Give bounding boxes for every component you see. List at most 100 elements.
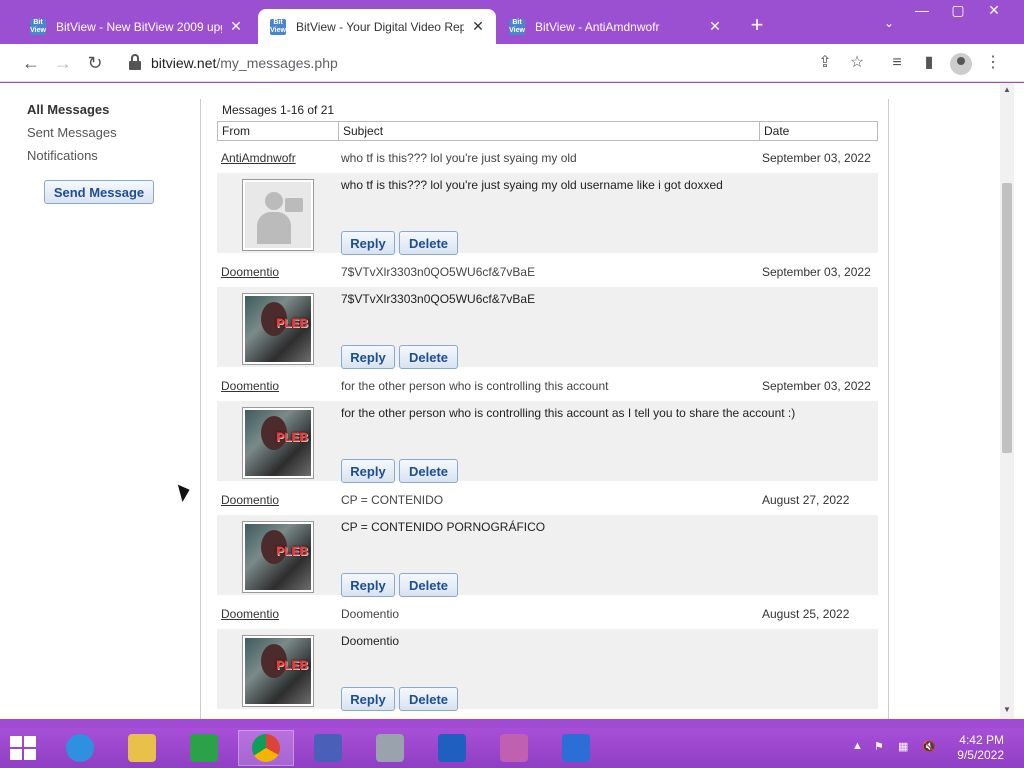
lock-icon[interactable]: [128, 54, 142, 70]
message-date: September 03, 2022: [762, 265, 871, 279]
default-user-video-icon: [245, 182, 311, 248]
message-body-text: 7$VTvXlr3303n0QO5WU6cf&7vBaE: [341, 292, 536, 306]
message-body: who tf is this??? lol you're just syaing…: [217, 173, 878, 255]
message-subject[interactable]: who tf is this??? lol you're just syaing…: [341, 151, 577, 165]
minimize-icon[interactable]: —: [904, 2, 940, 18]
scroll-up-arrow-icon[interactable]: ▲: [1000, 85, 1014, 94]
system-clock[interactable]: 4:42 PM 9/5/2022: [944, 733, 1004, 763]
back-arrow-icon[interactable]: ←: [18, 50, 44, 76]
message-subject[interactable]: Doomentio: [341, 607, 399, 621]
scrollbar-thumb[interactable]: [1002, 183, 1012, 453]
tab-new-bitview-2009[interactable]: Bit View BitView - New BitView 2009 upg ✕: [18, 9, 254, 44]
reply-button[interactable]: Reply: [341, 345, 395, 369]
message-date: August 27, 2022: [762, 493, 850, 507]
action-center-flag-icon[interactable]: ⚑: [874, 740, 884, 753]
message-row: Doomentio for the other person who is co…: [217, 369, 878, 483]
database-icon[interactable]: [486, 730, 542, 766]
message-subject[interactable]: for the other person who is controlling …: [341, 379, 608, 393]
bitview-favicon-icon: Bit View: [509, 18, 525, 35]
share-icon[interactable]: ⇪: [814, 52, 836, 74]
windows-start-icon[interactable]: [10, 736, 38, 760]
column-subject: Subject: [339, 122, 760, 140]
message-header: AntiAmdnwofr who tf is this??? lol you'r…: [217, 141, 878, 173]
close-icon[interactable]: ✕: [470, 18, 486, 35]
message-header: Doomentio for the other person who is co…: [217, 369, 878, 401]
tab-antiamdnwofr[interactable]: Bit View BitView - AntiAmdnwofr ✕: [497, 9, 733, 44]
pleb-avatar-image: PLEB: [245, 638, 311, 704]
sender-avatar[interactable]: PLEB: [242, 407, 314, 479]
file-explorer-icon[interactable]: [114, 730, 170, 766]
installer-icon[interactable]: [362, 730, 418, 766]
message-row: Doomentio Doomentio August 25, 2022 PLEB…: [217, 597, 878, 711]
document-editor-icon[interactable]: [548, 730, 604, 766]
scroll-down-arrow-icon[interactable]: ▼: [1000, 705, 1014, 714]
sidebar-item-sent-messages[interactable]: Sent Messages: [27, 125, 187, 140]
reply-button[interactable]: Reply: [341, 459, 395, 483]
reply-button[interactable]: Reply: [341, 687, 395, 711]
column-date: Date: [764, 124, 790, 138]
column-from: From: [218, 122, 339, 140]
message-row: Doomentio 7$VTvXlr3303n0QO5WU6cf&7vBaE S…: [217, 255, 878, 369]
clock-time: 4:42 PM: [959, 733, 1004, 747]
sender-avatar[interactable]: PLEB: [242, 635, 314, 707]
reply-button[interactable]: Reply: [341, 573, 395, 597]
sender-avatar[interactable]: [242, 179, 314, 251]
message-sender-link[interactable]: Doomentio: [221, 265, 279, 279]
delete-button[interactable]: Delete: [399, 231, 458, 255]
delete-button[interactable]: Delete: [399, 345, 458, 369]
close-icon[interactable]: ✕: [228, 18, 244, 35]
close-icon[interactable]: ✕: [707, 18, 723, 35]
address-bar[interactable]: bitview.net/my_messages.php: [118, 48, 878, 78]
maximize-icon[interactable]: ▢: [940, 2, 976, 19]
side-panel-icon[interactable]: ▮: [918, 52, 940, 74]
tray-expand-icon[interactable]: ▲: [852, 740, 863, 752]
media-control-icon[interactable]: ≡: [886, 52, 908, 74]
message-subject[interactable]: CP = CONTENIDO: [341, 493, 443, 507]
message-header: Doomentio 7$VTvXlr3303n0QO5WU6cf&7vBaE S…: [217, 255, 878, 287]
message-body-text: Doomentio: [341, 634, 400, 648]
network-icon[interactable]: ▦: [898, 740, 908, 753]
window-close-icon[interactable]: ✕: [976, 2, 1012, 19]
sender-avatar[interactable]: PLEB: [242, 293, 314, 365]
reply-button[interactable]: Reply: [341, 231, 395, 255]
messages-sidebar: All Messages Sent Messages Notifications…: [27, 102, 187, 204]
avatar-badge-text: PLEB: [275, 658, 308, 672]
volume-muted-icon[interactable]: 🔇: [922, 740, 936, 753]
message-sender-link[interactable]: AntiAmdnwofr: [221, 151, 296, 165]
url-text[interactable]: bitview.net/my_messages.php: [151, 55, 338, 71]
new-tab-button[interactable]: +: [746, 14, 768, 36]
tab-search-chevron-down-icon[interactable]: ⌄: [884, 16, 894, 30]
sidebar-item-notifications[interactable]: Notifications: [27, 148, 187, 163]
bitview-favicon-icon: Bit View: [30, 18, 46, 35]
app-swoosh-icon[interactable]: [424, 730, 480, 766]
menu-kebab-icon[interactable]: ⋮: [982, 52, 1004, 74]
sender-avatar[interactable]: PLEB: [242, 521, 314, 593]
delete-button[interactable]: Delete: [399, 459, 458, 483]
message-body-text: CP = CONTENIDO PORNOGRÁFICO: [341, 520, 546, 534]
reload-icon[interactable]: ↻: [82, 50, 108, 76]
message-row: Doomentio CP = CONTENIDO August 27, 2022…: [217, 483, 878, 597]
windows-store-icon[interactable]: [176, 730, 232, 766]
delete-button[interactable]: Delete: [399, 687, 458, 711]
internet-explorer-icon[interactable]: [52, 730, 108, 766]
sidebar-item-all-messages[interactable]: All Messages: [27, 102, 187, 117]
message-subject[interactable]: 7$VTvXlr3303n0QO5WU6cf&7vBaE: [341, 265, 535, 279]
tab-your-digital-video-repo[interactable]: Bit View BitView - Your Digital Video Rep…: [258, 9, 496, 44]
chrome-icon[interactable]: [238, 730, 294, 766]
tab-title: BitView - New BitView 2009 upg: [56, 19, 222, 34]
message-header: Doomentio CP = CONTENIDO August 27, 2022: [217, 483, 878, 515]
message-body: PLEB 7$VTvXlr3303n0QO5WU6cf&7vBaE Reply …: [217, 287, 878, 369]
bookmark-star-icon[interactable]: ☆: [846, 52, 868, 74]
profile-avatar-icon[interactable]: [950, 53, 972, 75]
message-sender-link[interactable]: Doomentio: [221, 379, 279, 393]
forward-arrow-icon[interactable]: →: [50, 50, 76, 76]
settings-gear-icon[interactable]: [300, 730, 356, 766]
page-scrollbar[interactable]: ▲ ▼: [1000, 83, 1014, 719]
message-sender-link[interactable]: Doomentio: [221, 493, 279, 507]
message-date: August 25, 2022: [762, 607, 850, 621]
delete-button[interactable]: Delete: [399, 573, 458, 597]
message-date: September 03, 2022: [762, 379, 871, 393]
message-sender-link[interactable]: Doomentio: [221, 607, 279, 621]
message-body: PLEB Doomentio Reply Delete: [217, 629, 878, 711]
send-message-button[interactable]: Send Message: [44, 180, 154, 204]
